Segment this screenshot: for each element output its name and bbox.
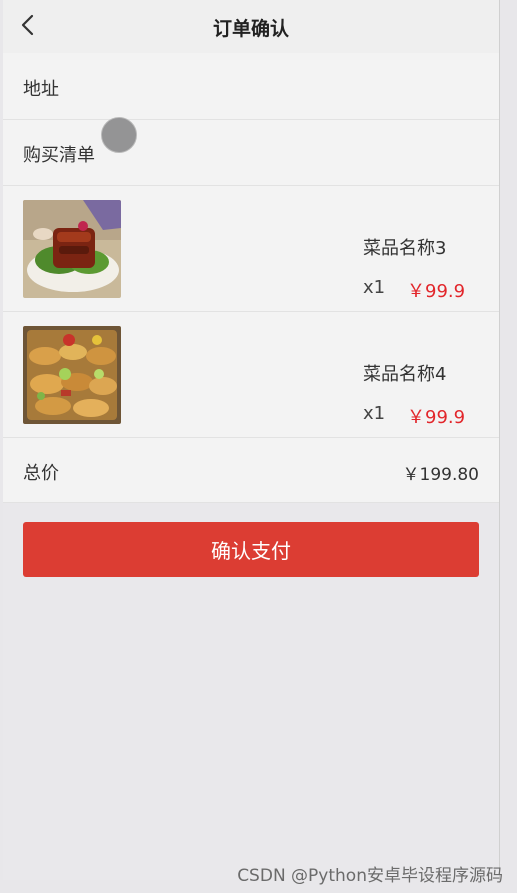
dish-quantity: x1 <box>363 403 386 424</box>
dish-price: ￥99.9 <box>407 281 466 302</box>
dish-image <box>23 200 121 298</box>
watermark: CSDN @Python安卓毕设程序源码 <box>237 866 503 886</box>
address-label: 地址 <box>23 79 59 100</box>
cart-list-header: 购买清单 <box>3 120 499 186</box>
total-value: ￥199.80 <box>402 465 479 485</box>
confirm-pay-button[interactable]: 确认支付 <box>23 522 479 577</box>
app-frame: 订单确认 地址 购买清单 菜品名称3 x1 ￥99.9 菜品名称4 x1 ￥99… <box>3 0 500 880</box>
dish-name: 菜品名称3 <box>363 238 447 259</box>
dish-quantity: x1 <box>363 277 386 298</box>
list-item[interactable]: 菜品名称3 x1 ￥99.9 <box>3 186 499 312</box>
cart-label: 购买清单 <box>23 145 95 166</box>
total-label: 总价 <box>23 463 59 484</box>
address-row[interactable]: 地址 <box>3 53 499 120</box>
list-item[interactable]: 菜品名称4 x1 ￥99.9 <box>3 312 499 438</box>
touch-cursor-indicator <box>101 117 137 153</box>
dish-name: 菜品名称4 <box>363 364 447 385</box>
page-title: 订单确认 <box>212 18 289 40</box>
dish-price: ￥99.9 <box>407 407 466 428</box>
header-bar: 订单确认 <box>3 0 499 53</box>
dish-image <box>23 326 121 424</box>
total-row: 总价 ￥199.80 <box>3 438 499 503</box>
